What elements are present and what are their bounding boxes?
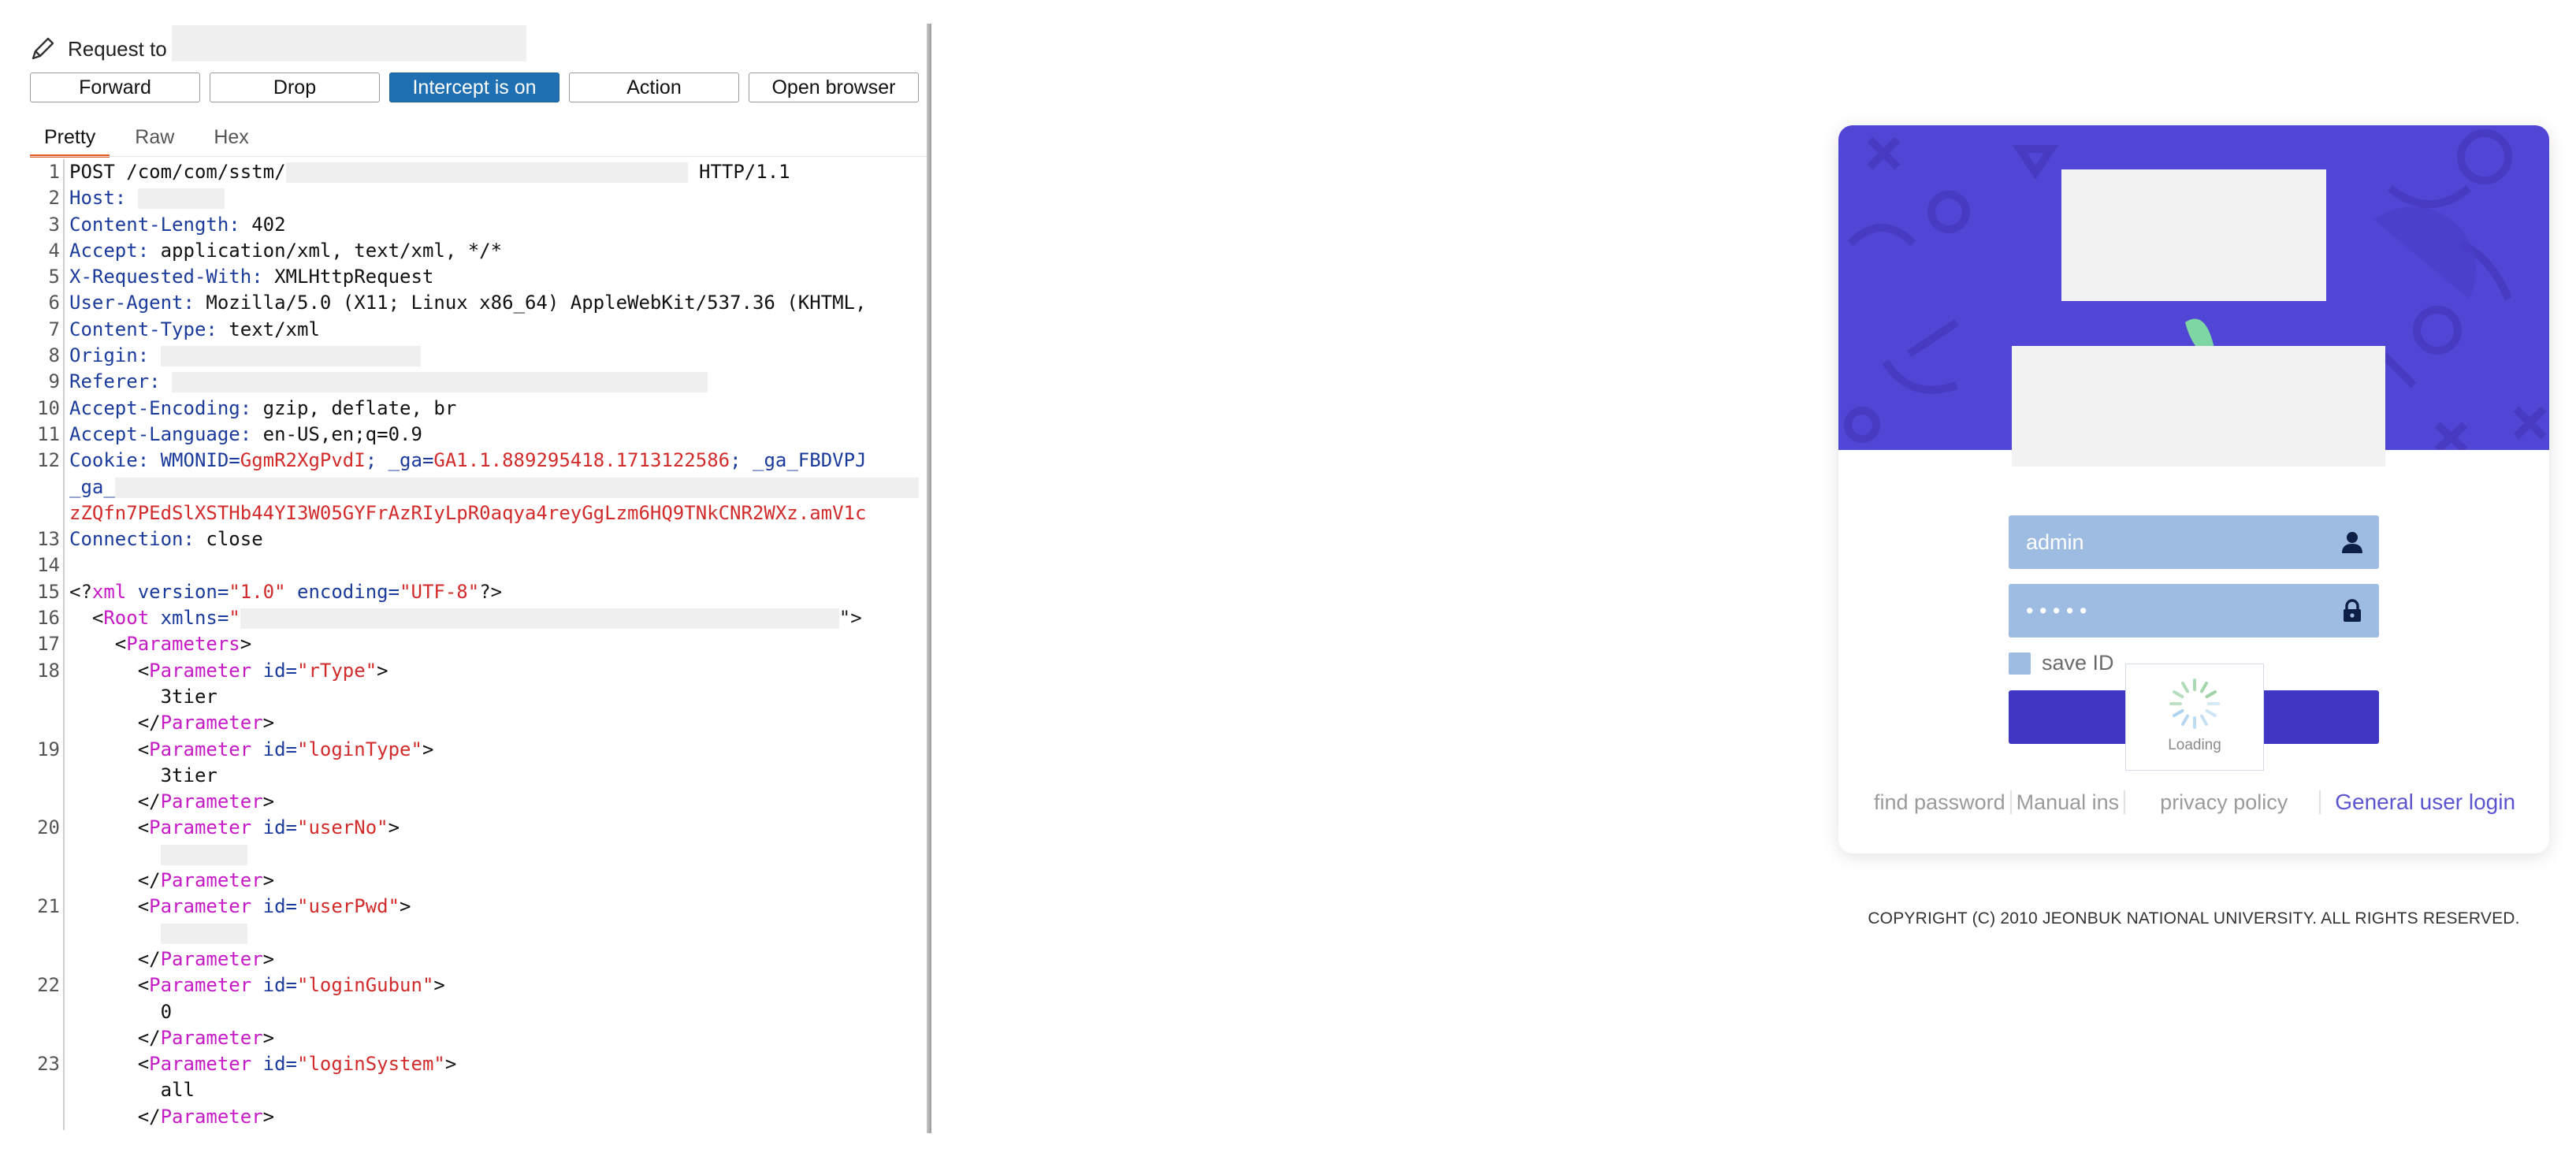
code-line: 8 Origin: — [16, 343, 927, 370]
code-line: </Parameter> — [16, 710, 927, 737]
code-line: 2 Host: — [16, 185, 927, 212]
code-line — [16, 841, 927, 868]
request-title: Request to — [28, 33, 167, 65]
username-field[interactable] — [2009, 515, 2379, 569]
code-line: 3 Content-Length: 402 — [16, 211, 927, 238]
code-line: </Parameter> — [16, 1024, 927, 1052]
request-editor[interactable]: 1 POST /com/com/sstm/ HTTP/1.1 2 Host: 3… — [16, 159, 928, 1130]
forward-button[interactable]: Forward — [30, 72, 200, 102]
logo-placeholder — [2061, 169, 2326, 301]
tab-pretty[interactable]: Pretty — [30, 120, 110, 158]
view-tabs: Pretty Raw Hex — [30, 120, 263, 158]
pencil-icon[interactable] — [28, 35, 57, 63]
panel-divider — [927, 24, 931, 1133]
university-name-placeholder — [2012, 346, 2385, 467]
code-line: 17 <Parameters> — [16, 631, 927, 658]
username-input[interactable] — [2024, 529, 2341, 556]
general-user-login-link[interactable]: General user login — [2335, 790, 2515, 815]
code-line: 19 <Parameter id="loginType"> — [16, 736, 927, 763]
code-line: 7 Content-Type: text/xml — [16, 316, 927, 344]
user-icon — [2342, 532, 2362, 553]
password-field[interactable] — [2009, 584, 2379, 638]
code-line: 14 — [16, 552, 927, 579]
code-line: 20 <Parameter id="userNo"> — [16, 815, 927, 842]
code-line: 5 X-Requested-With: XMLHttpRequest — [16, 264, 927, 291]
privacy-policy-link[interactable]: privacy policy — [2160, 790, 2288, 815]
code-line: </Parameter> — [16, 789, 927, 816]
login-links: find password Manual ins privacy policy … — [1874, 790, 2515, 815]
lock-icon — [2344, 599, 2361, 622]
spinner-icon — [2169, 679, 2220, 729]
code-line: 3tier — [16, 762, 927, 790]
manual-link[interactable]: Manual ins — [2017, 790, 2120, 815]
proxy-intercept-panel: Request to Forward Drop Intercept is on … — [0, 24, 928, 1160]
copyright-text: COPYRIGHT (C) 2010 JEONBUK NATIONAL UNIV… — [1868, 909, 2520, 928]
code-line: </Parameter> — [16, 868, 927, 894]
save-id-option[interactable]: save ID — [2009, 651, 2114, 675]
save-id-checkbox[interactable] — [2009, 652, 2031, 675]
code-line: _ga_ — [16, 474, 927, 500]
code-line: 0 — [16, 998, 927, 1025]
code-line: 22 <Parameter id="loginGubun"> — [16, 972, 927, 999]
code-line: all — [16, 1077, 927, 1104]
intercept-toggle-button[interactable]: Intercept is on — [389, 72, 559, 102]
open-browser-button[interactable]: Open browser — [749, 72, 919, 102]
tab-raw[interactable]: Raw — [121, 120, 188, 154]
intercept-toolbar: Forward Drop Intercept is on Action Open… — [30, 72, 919, 102]
drop-button[interactable]: Drop — [210, 72, 380, 102]
tab-hex[interactable]: Hex — [199, 120, 262, 154]
code-line: 15 <?xml version="1.0" encoding="UTF-8"?… — [16, 578, 927, 606]
code-line: 12 Cookie: WMONID=GgmR2XgPvdI; _ga=GA1.1… — [16, 448, 927, 474]
code-line: </Parameter> — [16, 1103, 927, 1130]
action-button[interactable]: Action — [569, 72, 739, 102]
code-line: 21 <Parameter id="userPwd"> — [16, 894, 927, 920]
find-password-link[interactable]: find password — [1874, 790, 2005, 815]
code-line: 3tier — [16, 683, 927, 711]
code-line: 1 POST /com/com/sstm/ HTTP/1.1 — [16, 159, 928, 186]
code-line: zZQfn7PEdSlXSTHb44YI3W05GYFrAzRIyLpR0aqy… — [16, 500, 927, 527]
code-line: 11 Accept-Language: en-US,en;q=0.9 — [16, 421, 927, 448]
code-line: 10 Accept-Encoding: gzip, deflate, br — [16, 395, 927, 422]
code-line: 23 <Parameter id="loginSystem"> — [16, 1051, 927, 1078]
request-title-label: Request to — [68, 36, 167, 61]
login-card: save ID Loading find password Manual ins… — [1838, 125, 2549, 853]
code-line — [16, 920, 927, 946]
code-line: 13 Connection: close — [16, 526, 927, 553]
code-line: 18 <Parameter id="rType"> — [16, 657, 927, 684]
code-line: 4 Accept: application/xml, text/xml, */* — [16, 237, 927, 265]
save-id-label: save ID — [2042, 651, 2114, 675]
loading-indicator: Loading — [2125, 664, 2264, 771]
password-input[interactable] — [2024, 597, 2341, 624]
code-line: 6 User-Agent: Mozilla/5.0 (X11; Linux x8… — [16, 290, 927, 317]
loading-label: Loading — [2168, 737, 2221, 753]
code-line: </Parameter> — [16, 946, 927, 973]
code-line: 9 Referer: — [16, 369, 927, 396]
redacted-target — [172, 25, 526, 61]
code-line: 16 <Root xmlns=" "> — [16, 605, 927, 632]
tabs-divider — [30, 156, 927, 157]
